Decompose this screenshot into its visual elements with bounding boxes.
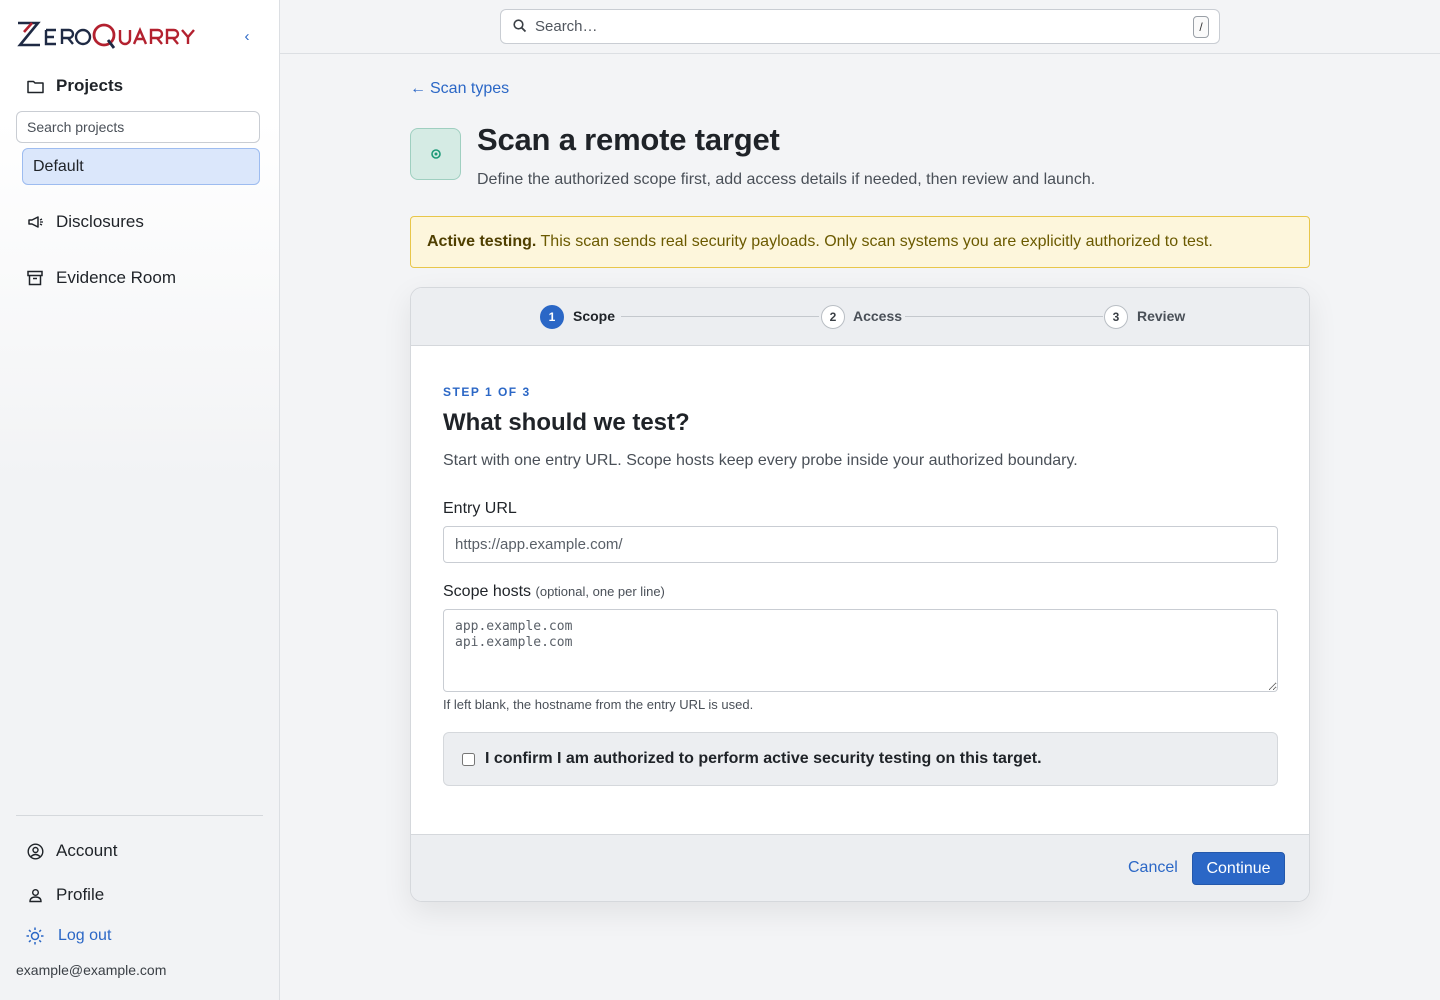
step-2-indicator[interactable]: 2 [821, 305, 845, 329]
back-to-scan-types-link[interactable]: ← Scan types [410, 80, 509, 98]
wizard-stepper: 1 Scope 2 Access 3 Review [411, 288, 1309, 346]
scope-hosts-help: If left blank, the hostname from the ent… [443, 697, 754, 712]
back-link-label: Scan types [430, 80, 510, 97]
step-1-label: Scope [573, 308, 616, 324]
authorization-confirm[interactable]: I confirm I am authorized to perform act… [443, 732, 1278, 786]
step-3-label: Review [1137, 308, 1186, 324]
search-icon [513, 19, 527, 33]
arrow-left-icon: ← [410, 80, 426, 97]
sidebar-item-label: Account [56, 841, 118, 860]
entry-url-input[interactable] [443, 526, 1278, 563]
sidebar-item-label: Evidence Room [56, 268, 177, 287]
continue-button[interactable]: Continue [1192, 852, 1285, 885]
sidebar-item-label: Projects [56, 76, 124, 95]
scope-hosts-label-text: Scope hosts [443, 583, 532, 600]
alert-text: This scan sends real security payloads. … [536, 233, 1213, 250]
sidebar: ‹ Projects Default Disclosures Evidence … [0, 0, 280, 1000]
global-search[interactable]: / [500, 9, 1220, 44]
page-title: Scan a remote target [477, 122, 780, 157]
step-3-indicator[interactable]: 3 [1104, 305, 1128, 329]
user-email: example@example.com [16, 962, 167, 978]
scope-hosts-hint: (optional, one per line) [535, 584, 665, 599]
step-kicker: STEP 1 OF 3 [443, 385, 531, 399]
step-connector [905, 316, 1103, 317]
sidebar-item-projects[interactable]: Projects [26, 76, 123, 96]
search-shortcut-hint: / [1193, 16, 1209, 38]
scope-hosts-label: Scope hosts (optional, one per line) [443, 583, 665, 601]
user-circle-icon [26, 842, 44, 860]
step-2-label: Access [853, 308, 903, 324]
alert-strong-text: Active testing. [427, 233, 537, 250]
step-title: What should we test? [443, 409, 690, 436]
cancel-button[interactable]: Cancel [1128, 859, 1178, 877]
entry-url-label: Entry URL [443, 500, 517, 517]
sidebar-item-disclosures[interactable]: Disclosures [26, 212, 144, 232]
chevron-left-icon: ‹ [244, 27, 250, 45]
sun-icon [26, 927, 44, 945]
person-icon [26, 886, 44, 904]
project-item-default[interactable]: Default [22, 148, 260, 185]
sidebar-item-evidence-room[interactable]: Evidence Room [26, 268, 176, 288]
archive-icon [26, 269, 44, 287]
zeroquarry-logo-icon [17, 21, 195, 49]
project-search-input[interactable] [16, 111, 260, 143]
authorization-checkbox[interactable] [462, 752, 475, 766]
global-search-input[interactable] [535, 10, 1175, 43]
step-connector [621, 316, 819, 317]
sidebar-item-label: Profile [56, 885, 105, 904]
sidebar-divider [16, 815, 263, 816]
scan-target-icon [410, 128, 461, 180]
active-testing-alert: Active testing. This scan sends real sec… [410, 216, 1310, 268]
collapse-sidebar-button[interactable]: ‹ [238, 26, 256, 46]
step-description: Start with one entry URL. Scope hosts ke… [443, 452, 1078, 469]
logout-button[interactable]: Log out [26, 927, 111, 945]
sidebar-item-profile[interactable]: Profile [26, 885, 104, 905]
scan-wizard-card: 1 Scope 2 Access 3 Review STEP 1 OF 3 Wh… [410, 287, 1310, 902]
megaphone-icon [26, 213, 44, 231]
brand-logo[interactable] [16, 18, 212, 50]
step-1-indicator[interactable]: 1 [540, 305, 564, 329]
scope-hosts-textarea[interactable] [443, 609, 1278, 692]
topbar: / [280, 0, 1440, 54]
sidebar-item-account[interactable]: Account [26, 841, 117, 861]
logout-label: Log out [58, 927, 112, 944]
folder-icon [26, 77, 44, 95]
page-subtitle: Define the authorized scope first, add a… [477, 171, 1096, 188]
wizard-footer: Cancel Continue [411, 834, 1309, 901]
authorization-confirm-label: I confirm I am authorized to perform act… [485, 750, 1042, 767]
sidebar-item-label: Disclosures [56, 212, 144, 231]
